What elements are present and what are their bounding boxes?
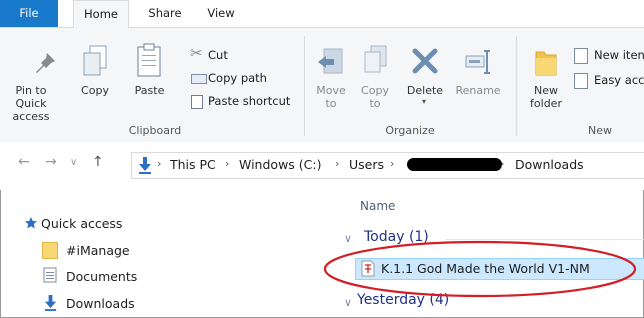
paste-shortcut-button[interactable]: Paste shortcut <box>188 92 298 112</box>
rename-button[interactable]: Rename <box>452 28 504 118</box>
clipboard-icon <box>137 43 161 77</box>
star-icon <box>25 217 37 229</box>
rename-label: Rename <box>455 84 501 97</box>
folder-icon <box>42 242 58 259</box>
new-item-label: New iten <box>594 48 644 62</box>
new-group-label: New <box>588 124 612 137</box>
new-folder-button[interactable]: New folder <box>520 28 572 118</box>
back-icon[interactable]: ← <box>18 154 30 170</box>
downloads-icon <box>139 157 151 174</box>
ribbon: Pin to Quick access Copy Paste ✂ Cut Cop… <box>0 28 644 143</box>
delete-icon <box>412 48 438 74</box>
new-folder-icon <box>535 51 557 76</box>
easy-access-button[interactable]: Easy acc <box>574 71 644 91</box>
tab-view[interactable]: View <box>201 0 241 27</box>
copy-path-icon <box>191 74 207 84</box>
new-item-icon <box>574 48 588 64</box>
copy-label: Copy <box>81 84 109 97</box>
ribbon-tabs: File Home Share View <box>0 0 644 29</box>
sidebar-item-downloads[interactable]: Downloads <box>66 296 135 311</box>
copy-path-button[interactable]: Copy path <box>188 69 288 89</box>
breadcrumb-windows-c[interactable]: Windows (C:) <box>239 157 321 172</box>
documents-icon <box>43 267 57 283</box>
paste-button[interactable]: Paste <box>127 28 172 118</box>
downloads-icon <box>44 295 57 311</box>
breadcrumb-users[interactable]: Users <box>349 157 384 172</box>
organize-group-label: Organize <box>385 124 435 137</box>
breadcrumb-separator: › <box>157 157 162 170</box>
easy-access-label: Easy acc <box>594 73 644 87</box>
tab-home[interactable]: Home <box>73 0 129 29</box>
pin-label: Pin to Quick access <box>12 84 50 123</box>
cut-button[interactable]: ✂ Cut <box>188 44 268 66</box>
chevron-down-icon: ▾ <box>422 97 427 106</box>
scissors-icon: ✂ <box>190 44 203 62</box>
paste-label: Paste <box>134 84 165 97</box>
new-item-button[interactable]: New iten <box>574 46 644 66</box>
move-to-icon <box>318 48 343 74</box>
new-folder-label: New folder <box>530 84 562 110</box>
ribbon-separator <box>304 36 305 136</box>
sidebar-item-imanage[interactable]: #iManage <box>66 243 130 258</box>
breadcrumb-separator: › <box>500 157 505 170</box>
copy-button[interactable]: Copy <box>75 28 115 118</box>
breadcrumb-separator: › <box>225 157 230 170</box>
paste-shortcut-icon <box>191 95 203 109</box>
pin-button[interactable]: Pin to Quick access <box>0 28 62 123</box>
tab-share[interactable]: Share <box>141 0 189 27</box>
copy-icon <box>83 45 107 76</box>
paste-shortcut-label: Paste shortcut <box>208 94 291 108</box>
breadcrumb-this-pc[interactable]: This PC <box>170 157 216 172</box>
copy-to-icon <box>364 45 387 73</box>
up-icon[interactable]: ↑ <box>92 154 104 170</box>
copy-to-button[interactable]: Copy to <box>354 28 396 118</box>
annotation-ellipse <box>323 240 637 298</box>
chevron-down-icon[interactable]: ∨ <box>70 157 77 168</box>
move-to-label: Move to <box>316 84 346 110</box>
column-header-name[interactable]: Name <box>360 199 395 213</box>
redacted-username <box>407 158 502 171</box>
tab-file[interactable]: File <box>0 0 58 27</box>
breadcrumb-separator: › <box>390 157 395 170</box>
clipboard-group-label: Clipboard <box>128 124 182 137</box>
copy-path-label: Copy path <box>208 71 267 85</box>
sidebar-item-quick-access[interactable]: Quick access <box>41 216 122 231</box>
breadcrumb-separator: › <box>335 157 340 170</box>
delete-label: Delete <box>406 84 444 97</box>
breadcrumb-downloads[interactable]: Downloads <box>515 157 584 172</box>
easy-access-icon <box>574 73 588 89</box>
ribbon-separator <box>516 36 517 136</box>
move-to-button[interactable]: Move to <box>310 28 352 118</box>
rename-icon <box>465 50 490 74</box>
forward-icon[interactable]: → <box>45 154 57 170</box>
copy-to-label: Copy to <box>361 84 389 110</box>
pin-icon <box>36 53 55 73</box>
sidebar-item-documents[interactable]: Documents <box>66 269 137 284</box>
cut-label: Cut <box>208 48 228 62</box>
delete-button[interactable]: Delete ▾ <box>400 28 450 118</box>
